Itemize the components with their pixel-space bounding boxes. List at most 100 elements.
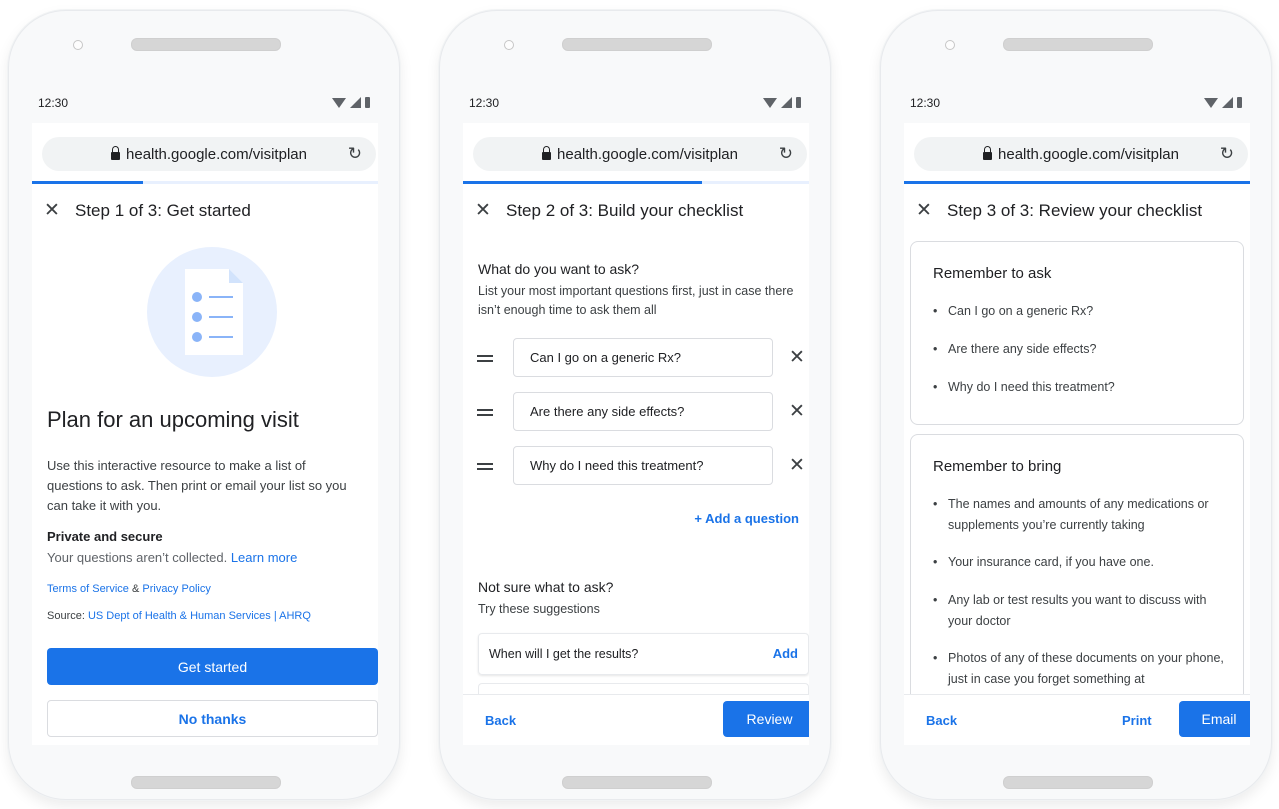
list-item: • Are there any side effects? (933, 342, 1097, 356)
list-item: • Can I go on a generic Rx? (933, 304, 1094, 318)
remove-question-icon[interactable]: ✕ (789, 346, 805, 369)
remember-to-ask-card: Remember to ask • Can I go on a generic R… (910, 241, 1244, 425)
headline: Plan for an upcoming visit (47, 407, 299, 432)
status-time: 12:30 (38, 96, 69, 110)
step-header: ✕ Step 2 of 3: Build your checklist (475, 199, 803, 222)
status-bar: 12:30 (904, 89, 1250, 123)
legal-links: Terms of Service & Privacy Policy (47, 583, 211, 595)
screen-step3: 12:30 health.google.com/visitplan ↻ ✕ St… (904, 89, 1250, 745)
private-title: Private and secure (47, 529, 163, 544)
document-checklist-icon (147, 247, 277, 377)
home-bar (1003, 776, 1153, 789)
learn-more-link[interactable]: Learn more (231, 550, 297, 565)
status-bar: 12:30 (32, 89, 378, 123)
card-title: Remember to ask (933, 265, 1052, 282)
back-button[interactable]: Back (485, 713, 516, 728)
drag-handle-icon[interactable] (477, 407, 497, 417)
terms-link[interactable]: Terms of Service (47, 583, 129, 595)
description: Use this interactive resource to make a … (47, 458, 347, 513)
source-link[interactable]: US Dept of Health & Human Services | AHR… (88, 610, 311, 622)
camera (504, 40, 514, 50)
battery-icon (1237, 97, 1242, 108)
review-button[interactable]: Review (723, 701, 809, 737)
progress-fill (904, 181, 1250, 184)
question-input[interactable]: Can I go on a generic Rx? (513, 338, 773, 377)
screen-step2: 12:30 health.google.com/visitplan ↻ ✕ St… (463, 89, 809, 745)
lock-icon (111, 146, 121, 160)
private-text: Your questions aren’t collected. Learn m… (47, 550, 298, 565)
bottom-bar: Back Review (463, 694, 809, 745)
progress-bar (904, 181, 1250, 184)
list-item: • Any lab or test results you want to dis… (933, 593, 1207, 628)
status-time: 12:30 (469, 96, 500, 110)
add-question-button[interactable]: + Add a question (694, 511, 799, 526)
not-sure-hint: Try these suggestions (478, 602, 600, 616)
phone-frame-step2: 12:30 health.google.com/visitplan ↻ ✕ St… (439, 10, 831, 800)
add-suggestion-button[interactable]: Add (773, 646, 798, 661)
status-time: 12:30 (910, 96, 941, 110)
question-row: Can I go on a generic Rx? ✕ (477, 338, 807, 377)
suggestion-text: When will I get the results? (489, 647, 639, 661)
reload-icon[interactable]: ↻ (779, 144, 793, 164)
remove-question-icon[interactable]: ✕ (789, 400, 805, 423)
screen-step1: 12:30 health.google.com/visitplan ↻ ✕ St… (32, 89, 378, 745)
remove-question-icon[interactable]: ✕ (789, 454, 805, 477)
camera (73, 40, 83, 50)
close-icon[interactable]: ✕ (916, 199, 932, 222)
suggestion-card: When will I get the results? Add (478, 633, 809, 675)
url-text: health.google.com/visitplan (126, 145, 307, 163)
phone-frame-step1: 12:30 health.google.com/visitplan ↻ ✕ St… (8, 10, 400, 800)
url-text: health.google.com/visitplan (557, 145, 738, 163)
not-sure-title: Not sure what to ask? (478, 579, 614, 595)
drag-handle-icon[interactable] (477, 461, 497, 471)
back-button[interactable]: Back (926, 713, 957, 728)
lock-icon (542, 146, 552, 160)
battery-icon (796, 97, 801, 108)
privacy-link[interactable]: Privacy Policy (142, 583, 210, 595)
url-bar[interactable]: health.google.com/visitplan ↻ (473, 137, 807, 171)
home-bar (562, 776, 712, 789)
close-icon[interactable]: ✕ (475, 199, 491, 222)
drag-handle-icon[interactable] (477, 353, 497, 363)
url-bar[interactable]: health.google.com/visitplan ↻ (914, 137, 1248, 171)
step-title: Step 3 of 3: Review your checklist (947, 200, 1203, 220)
close-icon[interactable]: ✕ (44, 199, 60, 222)
speaker (131, 38, 281, 51)
wifi-icon (1204, 97, 1218, 108)
get-started-button[interactable]: Get started (47, 648, 378, 685)
print-button[interactable]: Print (1122, 713, 1152, 728)
list-item: • The names and amounts of any medication… (933, 497, 1209, 532)
home-bar (131, 776, 281, 789)
bottom-bar: Back Print Email (904, 694, 1250, 745)
ask-title: What do you want to ask? (478, 261, 640, 277)
speaker (562, 38, 712, 51)
question-row: Why do I need this treatment? ✕ (477, 446, 807, 485)
step-header: ✕ Step 1 of 3: Get started (44, 199, 372, 222)
progress-fill (463, 181, 702, 184)
reload-icon[interactable]: ↻ (348, 144, 362, 164)
question-input[interactable]: Are there any side effects? (513, 392, 773, 431)
progress-bar (463, 181, 809, 184)
remember-to-bring-card: Remember to bring • The names and amounts… (910, 434, 1244, 714)
signal-icon (1222, 97, 1233, 108)
question-row: Are there any side effects? ✕ (477, 392, 807, 431)
list-item: • Your insurance card, if you have one. (933, 555, 1154, 569)
email-button[interactable]: Email (1179, 701, 1250, 737)
url-bar[interactable]: health.google.com/visitplan ↻ (42, 137, 376, 171)
list-item: • Photos of any of these documents on you… (933, 651, 1224, 686)
source-line: Source: US Dept of Health & Human Servic… (47, 610, 311, 622)
list-item: • Why do I need this treatment? (933, 380, 1115, 394)
signal-icon (350, 97, 361, 108)
url-text: health.google.com/visitplan (998, 145, 1179, 163)
speaker (1003, 38, 1153, 51)
reload-icon[interactable]: ↻ (1220, 144, 1234, 164)
signal-icon (781, 97, 792, 108)
progress-fill (32, 181, 143, 184)
camera (945, 40, 955, 50)
step-title: Step 2 of 3: Build your checklist (506, 200, 744, 220)
lock-icon (983, 146, 993, 160)
battery-icon (365, 97, 370, 108)
question-input[interactable]: Why do I need this treatment? (513, 446, 773, 485)
phone-frame-step3: 12:30 health.google.com/visitplan ↻ ✕ St… (880, 10, 1272, 800)
no-thanks-button[interactable]: No thanks (47, 700, 378, 737)
